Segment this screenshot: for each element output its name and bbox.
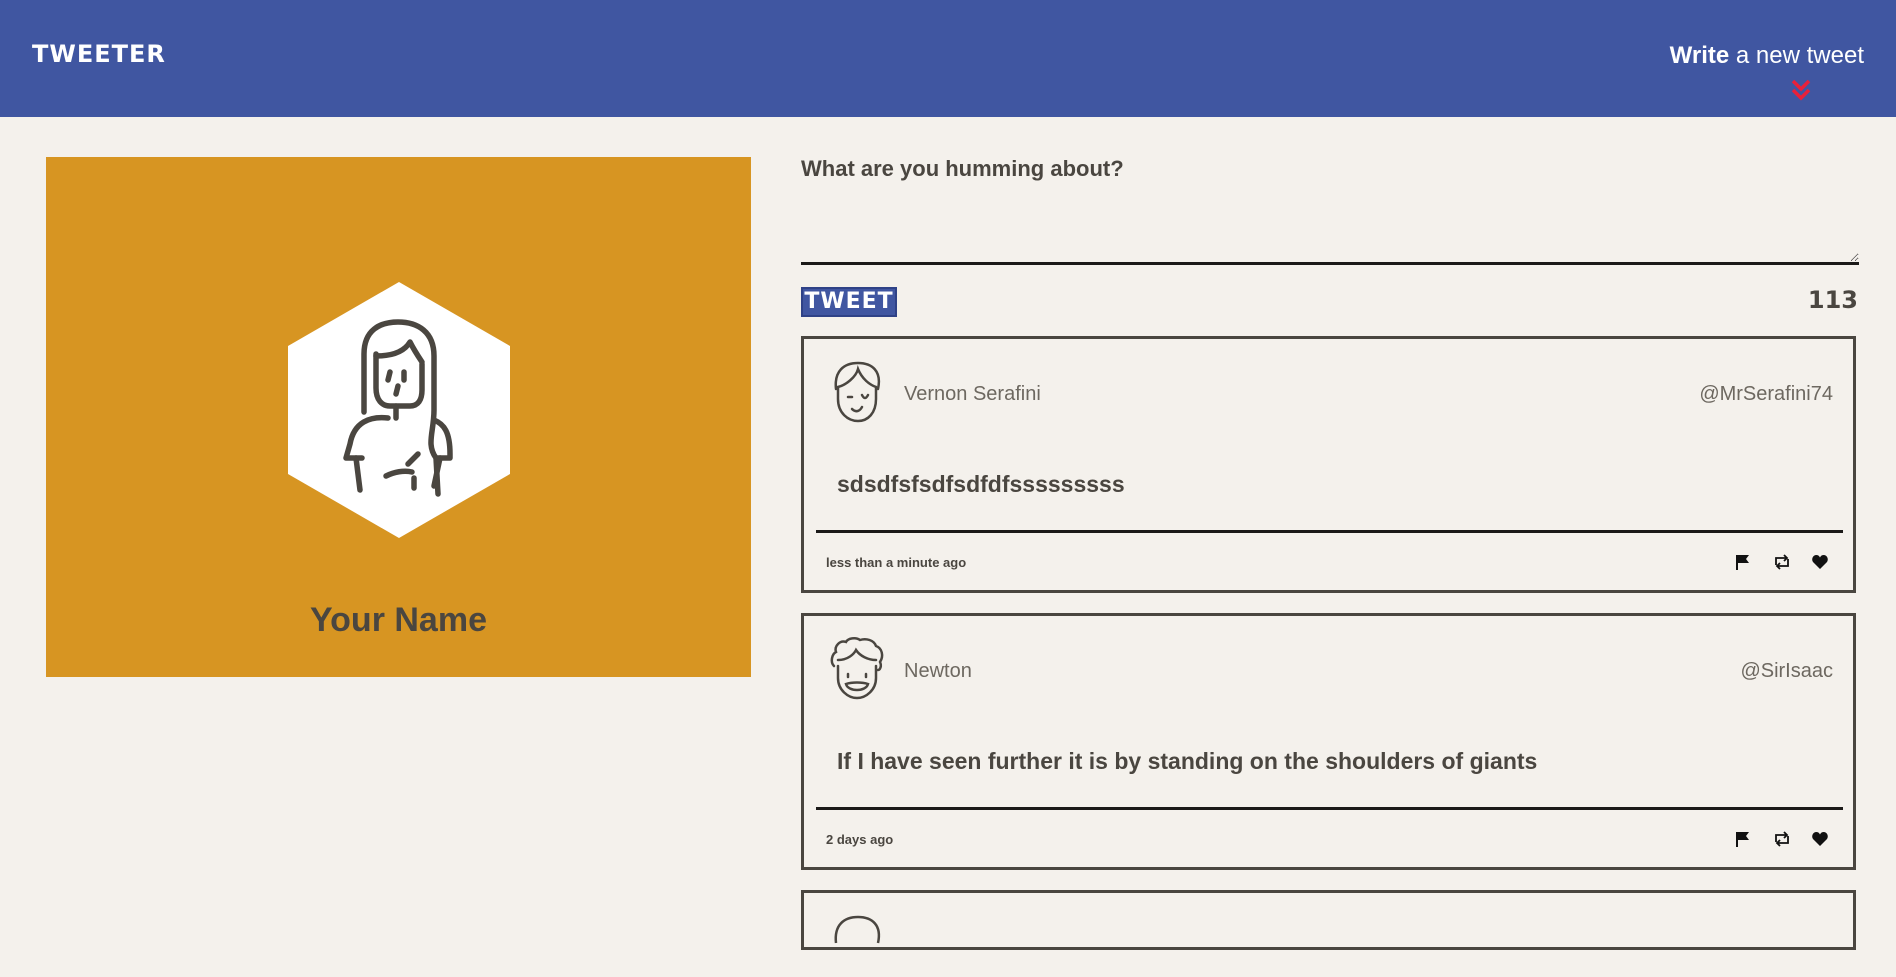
heart-icon[interactable] xyxy=(1811,553,1829,571)
tweet-card xyxy=(801,890,1856,950)
avatar-icon xyxy=(834,915,881,944)
composer-label: What are you humming about? xyxy=(801,156,1124,181)
tweet-button[interactable]: TWEET xyxy=(801,287,897,317)
character-counter: 113 xyxy=(1807,286,1858,314)
retweet-icon[interactable] xyxy=(1773,553,1791,571)
curly-hair-man-avatar-icon xyxy=(830,637,884,700)
write-new-tweet-toggle[interactable]: Write a new tweet xyxy=(1670,42,1864,70)
heart-icon[interactable] xyxy=(1811,830,1829,848)
tweet-card: Vernon Serafini @MrSerafini74 sdsdfsfsdf… xyxy=(801,336,1856,593)
tweet-author-handle: @SirIsaac xyxy=(1740,660,1833,682)
tweet-author-name: Vernon Serafini xyxy=(904,383,1041,405)
tweet-timestamp: less than a minute ago xyxy=(826,555,967,570)
flag-icon[interactable] xyxy=(1734,830,1752,848)
profile-name: Your Name xyxy=(310,601,487,639)
tweet-timestamp: 2 days ago xyxy=(826,832,894,847)
tweet-divider xyxy=(816,807,1843,810)
compose-rest-label: a new tweet xyxy=(1729,42,1864,69)
retweet-icon[interactable] xyxy=(1773,830,1791,848)
top-nav: TWEETER Write a new tweet xyxy=(0,0,1896,117)
tweet-body: sdsdfsfsdfsdfdfsssssssss xyxy=(837,471,1125,497)
tweet-author-handle: @MrSerafini74 xyxy=(1699,383,1833,405)
tweet-author-name: Newton xyxy=(904,660,972,682)
double-chevron-down-icon[interactable] xyxy=(1790,78,1812,102)
tweet-body: If I have seen further it is by standing… xyxy=(837,748,1538,774)
tweet-actions xyxy=(1718,553,1829,573)
app-logo[interactable]: TWEETER xyxy=(32,40,166,68)
compose-bold-label: Write xyxy=(1669,42,1730,69)
flag-icon[interactable] xyxy=(1734,553,1752,571)
tweet-divider xyxy=(816,530,1843,533)
man-avatar-icon xyxy=(834,361,881,423)
profile-avatar-icon xyxy=(288,282,510,538)
profile-card: Your Name xyxy=(46,157,751,677)
tweet-textarea[interactable] xyxy=(801,190,1859,265)
tweet-card: Newton @SirIsaac If I have seen further … xyxy=(801,613,1856,870)
tweet-actions xyxy=(1718,830,1829,850)
